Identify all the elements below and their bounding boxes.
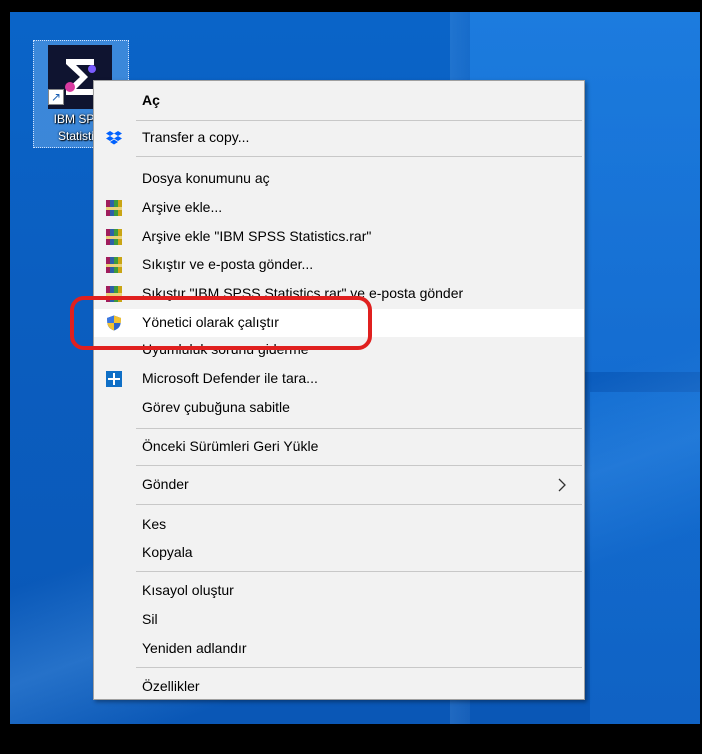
defender-icon <box>106 371 122 387</box>
menu-item-label: Sil <box>142 611 158 627</box>
menu-separator <box>136 156 582 157</box>
menu-item-label: Arşive ekle "IBM SPSS Statistics.rar" <box>142 228 372 244</box>
menu-separator <box>136 667 582 668</box>
chevron-right-icon <box>554 477 570 493</box>
menu-item-label: Görev çubuğuna sabitle <box>142 399 290 415</box>
menu-item-add-to-archive[interactable]: Arşive ekle... <box>94 194 584 222</box>
menu-item-transfer-a-copy[interactable]: Transfer a copy... <box>94 124 584 152</box>
winrar-icon <box>106 257 122 273</box>
menu-item-restore-previous-versions[interactable]: Önceki Sürümleri Geri Yükle <box>94 433 584 461</box>
menu-item-properties[interactable]: Özellikler <box>94 673 584 701</box>
menu-item-open[interactable]: Aç <box>94 87 584 115</box>
menu-item-label: Kes <box>142 516 167 532</box>
menu-item-label: Dosya konumunu aç <box>142 170 270 186</box>
menu-item-label: Microsoft Defender ile tara... <box>142 370 318 386</box>
menu-item-copy[interactable]: Kopyala <box>94 539 584 567</box>
winrar-icon <box>106 200 122 216</box>
menu-item-rename[interactable]: Yeniden adlandır <box>94 635 584 663</box>
screenshot-frame: ↗ IBM SPSS Statistics Aç Transfer a copy… <box>0 0 702 754</box>
menu-item-label: Kısayol oluştur <box>142 582 234 598</box>
menu-item-compress-and-email[interactable]: Sıkıştır ve e-posta gönder... <box>94 251 584 279</box>
menu-item-create-shortcut[interactable]: Kısayol oluştur <box>94 577 584 605</box>
menu-separator <box>136 571 582 572</box>
menu-separator <box>136 428 582 429</box>
dropbox-icon <box>106 130 122 146</box>
context-menu: Aç Transfer a copy... Dosya konumunu aç … <box>93 80 585 700</box>
menu-separator <box>136 120 582 121</box>
menu-item-label: Sıkıştır ve e-posta gönder... <box>142 256 314 272</box>
menu-item-cut[interactable]: Kes <box>94 511 584 539</box>
menu-item-label: Transfer a copy... <box>142 129 250 145</box>
wallpaper-window-pane <box>590 392 700 724</box>
menu-item-label: Gönder <box>142 476 189 492</box>
menu-item-label: Aç <box>142 92 160 108</box>
menu-item-label: Yeniden adlandır <box>142 640 247 656</box>
menu-item-send-to[interactable]: Gönder <box>94 471 584 499</box>
menu-item-delete[interactable]: Sil <box>94 606 584 634</box>
menu-item-add-to-rar[interactable]: Arşive ekle "IBM SPSS Statistics.rar" <box>94 223 584 251</box>
menu-item-open-file-location[interactable]: Dosya konumunu aç <box>94 165 584 193</box>
menu-item-label: Özellikler <box>142 678 200 694</box>
menu-separator <box>136 465 582 466</box>
menu-item-scan-with-defender[interactable]: Microsoft Defender ile tara... <box>94 365 584 393</box>
highlight-ring-annotation <box>70 296 372 350</box>
menu-separator <box>136 504 582 505</box>
menu-item-label: Önceki Sürümleri Geri Yükle <box>142 438 319 454</box>
menu-item-label: Kopyala <box>142 544 193 560</box>
menu-item-pin-to-taskbar[interactable]: Görev çubuğuna sabitle <box>94 394 584 422</box>
winrar-icon <box>106 229 122 245</box>
menu-item-label: Arşive ekle... <box>142 199 223 215</box>
shortcut-arrow-icon: ↗ <box>48 89 64 105</box>
